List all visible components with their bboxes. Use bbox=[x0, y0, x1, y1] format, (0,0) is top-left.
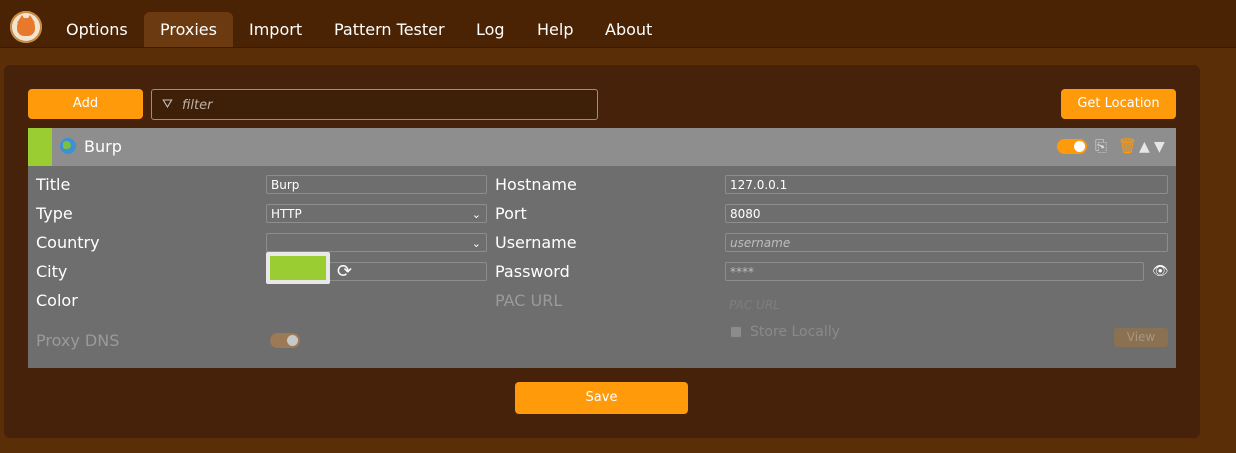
password-field[interactable]: **** bbox=[725, 262, 1144, 281]
store-locally-label: Store Locally bbox=[750, 324, 840, 340]
tab-proxies[interactable]: Proxies bbox=[144, 12, 233, 47]
proxy-enabled-toggle[interactable] bbox=[1057, 139, 1087, 154]
proxy-dns-toggle[interactable] bbox=[270, 333, 300, 348]
show-password-eye-icon[interactable]: 👁 bbox=[1152, 264, 1169, 279]
proxy-card-header: Burp ⎘ 🗑 ▲ ▼ bbox=[28, 128, 1176, 166]
proxy-dns-label: Proxy DNS bbox=[36, 331, 120, 350]
username-label: Username bbox=[495, 233, 577, 252]
proxy-name: Burp bbox=[84, 137, 122, 156]
globe-icon bbox=[60, 138, 76, 154]
duplicate-icon[interactable]: ⎘ bbox=[1095, 137, 1107, 155]
chevron-down-icon: ⌄ bbox=[471, 237, 481, 250]
color-picker[interactable] bbox=[266, 252, 330, 284]
trash-icon[interactable]: 🗑 bbox=[1118, 137, 1137, 155]
tab-log[interactable]: Log bbox=[460, 12, 521, 47]
tab-import[interactable]: Import bbox=[233, 12, 318, 47]
password-label: Password bbox=[495, 262, 570, 281]
tab-help[interactable]: Help bbox=[521, 12, 589, 47]
filter-box: ⛛ bbox=[151, 89, 598, 120]
tab-options[interactable]: Options bbox=[50, 12, 144, 47]
port-label: Port bbox=[495, 204, 527, 223]
username-field[interactable]: username bbox=[725, 233, 1168, 252]
move-up-icon[interactable]: ▲ bbox=[1139, 139, 1150, 155]
type-select[interactable]: HTTP ⌄ bbox=[266, 204, 487, 223]
country-label: Country bbox=[36, 233, 100, 252]
filter-icon: ⛛ bbox=[162, 97, 173, 112]
proxy-card: Burp ⎘ 🗑 ▲ ▼ Title Burp Type HTTP ⌄ Coun… bbox=[28, 128, 1176, 368]
title-label: Title bbox=[36, 175, 71, 194]
add-button[interactable]: Add bbox=[28, 89, 143, 119]
refresh-color-icon[interactable]: ⟳ bbox=[337, 261, 352, 282]
type-label: Type bbox=[36, 204, 73, 223]
tab-about[interactable]: About bbox=[589, 12, 668, 47]
move-down-icon[interactable]: ▼ bbox=[1154, 139, 1165, 155]
city-label: City bbox=[36, 262, 68, 281]
get-location-button[interactable]: Get Location bbox=[1061, 89, 1176, 119]
foxyproxy-logo-icon bbox=[10, 11, 42, 43]
type-select-value: HTTP bbox=[271, 207, 302, 221]
color-label: Color bbox=[36, 291, 78, 310]
top-nav: Options Proxies Import Pattern Tester Lo… bbox=[0, 0, 1236, 48]
pac-url-label: PAC URL bbox=[495, 291, 563, 310]
hostname-label: Hostname bbox=[495, 175, 577, 194]
tab-pattern-tester[interactable]: Pattern Tester bbox=[318, 12, 461, 47]
proxies-panel: Add ⛛ Get Location Burp ⎘ 🗑 ▲ ▼ Title Bu… bbox=[4, 65, 1200, 438]
store-locally-checkbox[interactable] bbox=[731, 327, 741, 337]
view-button[interactable]: View bbox=[1114, 328, 1168, 347]
pac-url-field[interactable]: PAC URL bbox=[729, 298, 780, 312]
filter-input[interactable] bbox=[180, 94, 584, 116]
title-field[interactable]: Burp bbox=[266, 175, 487, 194]
port-field[interactable]: 8080 bbox=[725, 204, 1168, 223]
save-button[interactable]: Save bbox=[515, 382, 688, 414]
country-select[interactable]: ⌄ bbox=[266, 233, 487, 252]
proxy-color-bar bbox=[28, 128, 52, 166]
hostname-field[interactable]: 127.0.0.1 bbox=[725, 175, 1168, 194]
chevron-down-icon: ⌄ bbox=[471, 208, 481, 221]
